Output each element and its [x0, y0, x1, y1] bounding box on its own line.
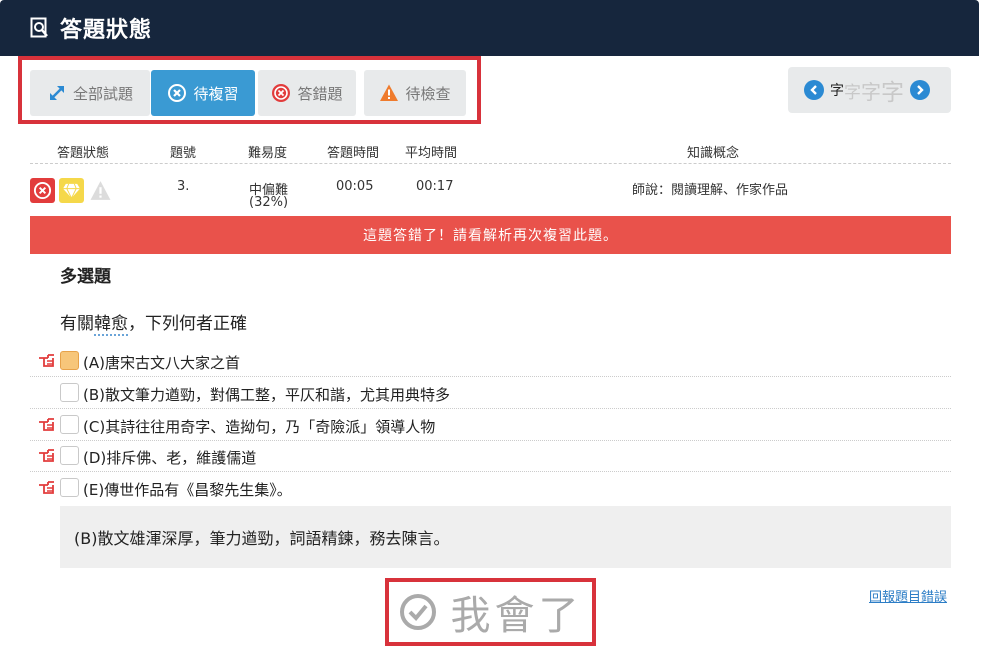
question-keyword-link[interactable]: 韓愈 [94, 314, 128, 336]
question-text-after: ，下列何者正確 [128, 314, 247, 334]
difficulty-percent: (32%) [249, 195, 289, 210]
wrong-answer-alert: 這題答錯了！請看解析再次複習此題。 [30, 216, 951, 254]
option-b[interactable]: (B)散文筆力遒勁，對偶工整，平仄和諧，尤其用典特多 [30, 378, 951, 409]
tab-all-questions-label: 全部試題 [72, 84, 133, 103]
document-search-icon [30, 17, 48, 38]
hand-pointer-icon [39, 418, 54, 431]
option-d[interactable]: (D)排斥佛、老，維護儒道 [30, 441, 951, 472]
expand-arrows-icon [49, 86, 64, 100]
tab-to-check[interactable]: 待檢查 [364, 70, 466, 116]
check-circle-icon [399, 594, 436, 630]
knowledge-concept: 師說：閱讀理解、作家作品 [632, 183, 789, 198]
option-c-label: (C)其詩往往用奇字、造拗句，乃「奇險派」領導人物 [83, 418, 436, 436]
tab-to-check-label: 待檢查 [405, 84, 451, 103]
col-header-avg-time: 平均時間 [405, 146, 458, 161]
option-c-checkbox[interactable] [60, 415, 79, 434]
table-divider [30, 163, 951, 164]
question-number: 3. [177, 179, 190, 194]
font-size-control: 字 字 字 字 [788, 67, 951, 113]
page-root: 答題狀態 全部試題 待複習 答錯題 待檢查 字 字 字 字 答題狀態 題號 難易… [0, 0, 981, 655]
got-it-button[interactable]: 我會了 [385, 578, 596, 646]
red-circle-x-icon [272, 84, 291, 102]
option-c[interactable]: (C)其詩往往用奇字、造拗句，乃「奇險派」領導人物 [30, 410, 951, 441]
chevron-left-circle-icon[interactable] [804, 80, 824, 100]
page-header: 答題狀態 [0, 0, 979, 56]
option-a[interactable]: (A)唐宋古文八大家之首 [30, 346, 951, 377]
option-e-label: (E)傳世作品有《昌黎先生集》。 [83, 481, 292, 499]
warning-icon [88, 178, 113, 203]
font-size-option-3[interactable]: 字 [861, 76, 881, 105]
hand-pointer-icon [39, 449, 54, 462]
average-time: 00:17 [416, 179, 454, 194]
got-it-label: 我會了 [450, 593, 583, 639]
tab-to-review-label: 待複習 [193, 84, 239, 103]
col-header-difficulty: 難易度 [248, 146, 288, 161]
diamond-icon [59, 178, 84, 203]
alert-text: 這題答錯了！請看解析再次複習此題。 [363, 228, 618, 244]
explanation-text: (B)散文雄渾深厚，筆力遒勁，詞語精鍊，務去陳言。 [74, 529, 450, 548]
hand-pointer-icon [39, 354, 54, 367]
hand-pointer-icon [39, 481, 54, 494]
circle-x-icon [168, 84, 187, 102]
question-text: 有關韓愈，下列何者正確 [60, 309, 247, 336]
col-header-concept: 知識概念 [687, 146, 740, 161]
col-header-answer-time: 答題時間 [327, 146, 380, 161]
font-size-option-4[interactable]: 字 [881, 73, 904, 107]
report-error-link[interactable]: 回報題目錯誤 [869, 586, 947, 605]
wrong-answer-icon [30, 178, 55, 203]
option-a-checkbox[interactable] [60, 351, 79, 370]
question-text-before: 有關 [60, 314, 94, 334]
answer-time: 00:05 [336, 179, 374, 194]
font-size-option-2[interactable]: 字 [844, 78, 861, 103]
question-type: 多選題 [60, 267, 111, 287]
option-a-label: (A)唐宋古文八大家之首 [83, 354, 240, 372]
option-e-checkbox[interactable] [60, 478, 79, 497]
chevron-right-circle-icon[interactable] [910, 80, 930, 100]
tab-wrong-answers[interactable]: 答錯題 [258, 70, 356, 116]
tab-wrong-answers-label: 答錯題 [297, 84, 343, 103]
option-d-checkbox[interactable] [60, 446, 79, 465]
col-header-status: 答題狀態 [57, 146, 110, 161]
option-e[interactable]: (E)傳世作品有《昌黎先生集》。 [30, 473, 951, 504]
col-header-number: 題號 [170, 146, 197, 161]
page-title: 答題狀態 [60, 18, 153, 43]
option-d-label: (D)排斥佛、老，維護儒道 [83, 449, 257, 467]
tab-to-review[interactable]: 待複習 [151, 70, 255, 116]
tab-all-questions[interactable]: 全部試題 [30, 70, 150, 116]
option-b-label: (B)散文筆力遒勁，對偶工整，平仄和諧，尤其用典特多 [83, 386, 451, 404]
font-size-option-1[interactable]: 字 [830, 80, 844, 100]
warning-triangle-icon [380, 84, 399, 101]
answer-explanation: (B)散文雄渾深厚，筆力遒勁，詞語精鍊，務去陳言。 [60, 506, 951, 568]
status-filter-tabs: 全部試題 待複習 答錯題 待檢查 [18, 56, 481, 124]
option-b-checkbox[interactable] [60, 383, 79, 402]
